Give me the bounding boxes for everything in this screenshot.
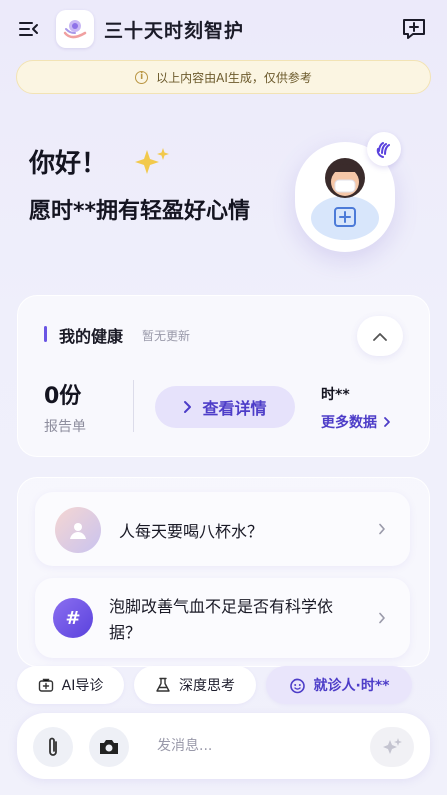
- question-text: 泡脚改善气血不足是否有科学依据？: [109, 597, 334, 642]
- chevron-right-icon: [379, 612, 385, 624]
- ai-guide-label: AI导诊: [61, 678, 104, 694]
- chevron-right-icon: [384, 417, 390, 427]
- app-header: 三十天时刻智护: [0, 0, 447, 58]
- health-title: 我的健康: [59, 327, 124, 346]
- app-title: 三十天时刻智护: [104, 19, 245, 42]
- assistant-avatar[interactable]: [295, 132, 401, 252]
- greeting-hello-text: 你好！: [29, 149, 108, 179]
- info-icon: i: [135, 70, 149, 84]
- patient-label: 就诊人·时**: [313, 678, 390, 694]
- menu-collapse-icon[interactable]: [16, 16, 42, 42]
- app-logo-icon: [56, 10, 94, 48]
- title-accent-bar: [44, 326, 47, 342]
- deep-think-chip[interactable]: 深度思考: [134, 666, 256, 704]
- smile-face-icon: [289, 678, 305, 693]
- chevron-right-icon: [184, 401, 192, 413]
- flask-icon: [156, 677, 170, 692]
- disclaimer-text: 以上内容由AI生成，仅供参考: [156, 70, 312, 85]
- ai-disclaimer-banner: i 以上内容由AI生成，仅供参考: [16, 60, 431, 94]
- hashtag-icon: #: [53, 598, 93, 638]
- new-chat-icon[interactable]: [401, 16, 427, 42]
- medical-kit-icon: [38, 678, 53, 692]
- view-detail-label: 查看详情: [202, 399, 267, 418]
- health-update-status: 暂无更新: [142, 329, 191, 343]
- camera-button[interactable]: [89, 727, 129, 767]
- divider: [133, 380, 134, 432]
- chevron-right-icon: [379, 523, 385, 535]
- health-card: 我的健康 暂无更新 0份 报告单 查看详情 时** 更多数据: [17, 295, 430, 457]
- question-item[interactable]: 人每天要喝八杯水？: [35, 492, 410, 566]
- user-name: 时**: [321, 387, 350, 403]
- greeting-section: 你好！ 愿时**拥有轻盈好心情: [29, 143, 264, 228]
- suggested-questions: 人每天要喝八杯水？ # 泡脚改善气血不足是否有科学依据？: [17, 477, 430, 667]
- attach-button[interactable]: [33, 727, 73, 767]
- view-detail-button[interactable]: 查看详情: [155, 386, 295, 428]
- more-data-link[interactable]: 更多数据: [321, 412, 391, 432]
- chevron-up-icon: [373, 332, 387, 341]
- report-label: 报告单: [44, 419, 86, 435]
- send-button[interactable]: [370, 727, 414, 767]
- camera-icon: [100, 740, 118, 754]
- ai-guide-chip[interactable]: AI导诊: [17, 666, 124, 704]
- question-item[interactable]: # 泡脚改善气血不足是否有科学依据？: [35, 578, 410, 658]
- greeting-wish: 愿时**拥有轻盈好心情: [29, 199, 251, 224]
- question-text: 人每天要喝八杯水？: [119, 522, 264, 541]
- wave-hand-icon: [367, 132, 401, 166]
- more-data-label: 更多数据: [321, 415, 377, 431]
- deep-think-label: 深度思考: [179, 678, 235, 694]
- patient-select-chip[interactable]: 就诊人·时**: [266, 666, 412, 704]
- sparkle-send-icon: [383, 738, 402, 754]
- report-count: 0份: [44, 384, 82, 409]
- sparkle-icon: [135, 147, 170, 174]
- greeting-hello: 你好！: [29, 143, 264, 180]
- paperclip-icon: [49, 737, 57, 756]
- user-avatar-icon: [55, 507, 101, 553]
- message-input[interactable]: [157, 731, 357, 761]
- message-composer: [17, 713, 430, 779]
- collapse-button[interactable]: [357, 316, 403, 356]
